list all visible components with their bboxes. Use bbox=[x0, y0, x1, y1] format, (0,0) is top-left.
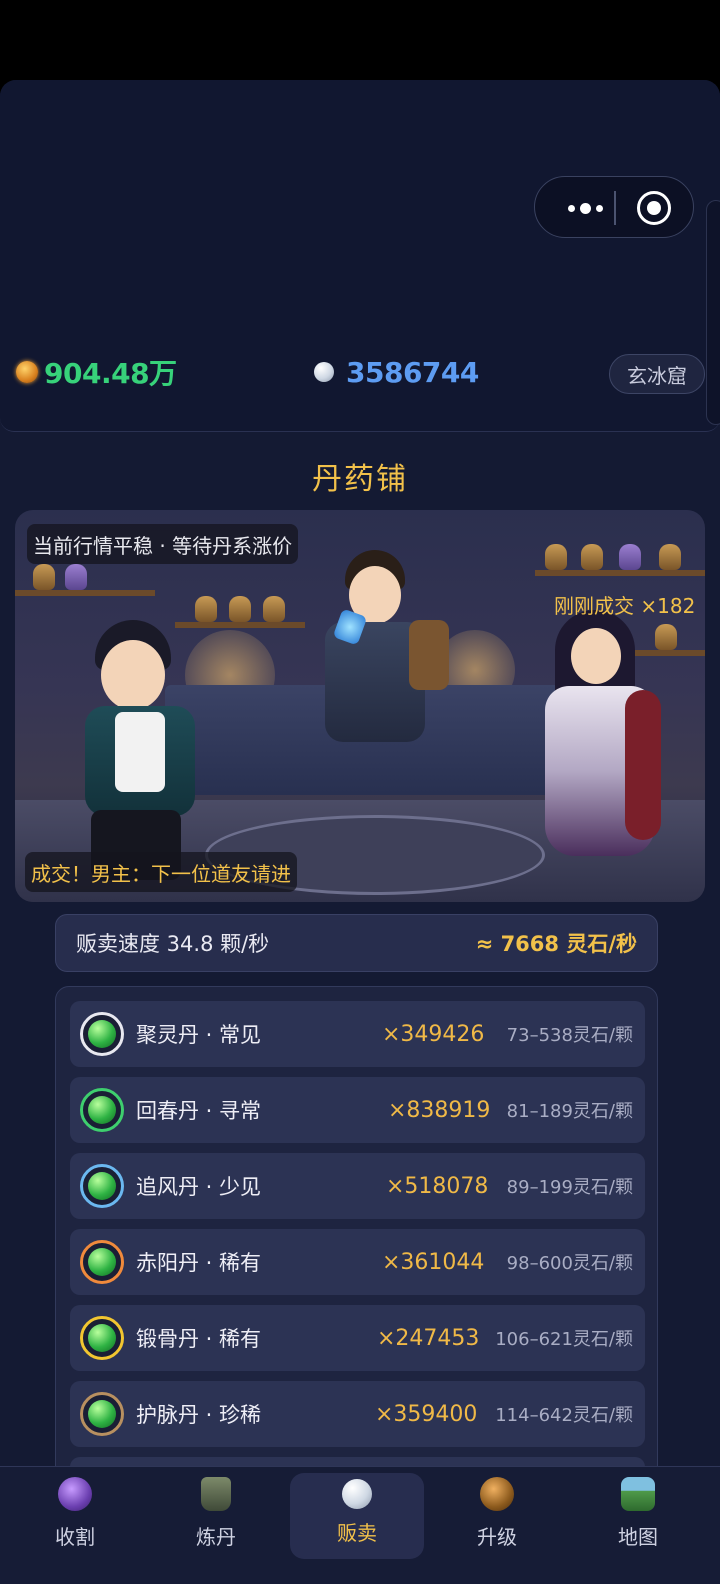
item-price: 106–621灵石/颗 bbox=[495, 1329, 633, 1350]
character-face bbox=[101, 640, 165, 710]
status-area bbox=[0, 0, 720, 80]
pill-icon bbox=[80, 1088, 124, 1132]
list-item[interactable]: 追风丹 · 少见 ×518078 89–199灵石/颗 bbox=[70, 1153, 645, 1219]
sell-speed-bar: 贩卖速度 34.8 颗/秒 ≈ 7668 灵石/秒 bbox=[55, 914, 658, 972]
list-item[interactable]: 聚灵丹 · 常见 ×349426 73–538灵石/颗 bbox=[70, 1001, 645, 1067]
potion-jar bbox=[65, 564, 87, 590]
item-count: ×247453 bbox=[377, 1325, 480, 1351]
spirit-stone-counter: 3586744 bbox=[314, 352, 479, 392]
nav-item-upgrade[interactable]: 升级 bbox=[430, 1467, 564, 1584]
item-price: 73–538灵石/颗 bbox=[506, 1025, 633, 1046]
map-icon bbox=[621, 1477, 655, 1511]
item-price: 98–600灵石/颗 bbox=[506, 1253, 633, 1274]
list-item[interactable]: 锻骨丹 · 稀有 ×247453 106–621灵石/颗 bbox=[70, 1305, 645, 1371]
page-title: 丹药铺 bbox=[312, 462, 408, 497]
item-count: ×359400 bbox=[375, 1401, 478, 1427]
shop-banner: 当前行情平稳 · 等待丹系涨价 刚刚成交 ×182 成交！男主：下一位道友请进 bbox=[15, 510, 705, 902]
cauldron-icon bbox=[201, 1477, 231, 1511]
potion-jar bbox=[33, 564, 55, 590]
gold-coin-icon bbox=[16, 361, 38, 383]
pill-icon bbox=[80, 1012, 124, 1056]
female-shopkeeper-figure bbox=[515, 610, 685, 870]
nav-label: 贩卖 bbox=[337, 1521, 377, 1545]
potion-jar bbox=[263, 596, 285, 622]
nav-label: 地图 bbox=[618, 1525, 658, 1549]
close-target-icon[interactable] bbox=[637, 191, 671, 225]
potion-jar bbox=[659, 544, 681, 570]
potion-jar bbox=[229, 596, 251, 622]
potion-jar bbox=[195, 596, 217, 622]
character-face bbox=[571, 628, 621, 684]
backpack bbox=[409, 620, 449, 690]
item-name: 追风丹 · 少见 bbox=[136, 1175, 262, 1199]
item-price: 114–642灵石/颗 bbox=[495, 1405, 633, 1426]
nav-label: 炼丹 bbox=[196, 1525, 236, 1549]
mini-program-capsule bbox=[534, 176, 694, 238]
side-drawer-handle[interactable] bbox=[706, 200, 720, 425]
male-protagonist-figure bbox=[45, 620, 245, 880]
dialogue-tag: 成交！男主：下一位道友请进 bbox=[25, 852, 297, 892]
pill-icon bbox=[80, 1316, 124, 1360]
gold-counter: 904.48万 bbox=[16, 352, 177, 392]
pill-icon bbox=[80, 1240, 124, 1284]
app-root: 904.48万 3586744 玄冰窟 丹药铺 当前行情平稳 · 等待丹系涨价 … bbox=[0, 80, 720, 1584]
potion-jar bbox=[545, 544, 567, 570]
nav-item-harvest[interactable]: 收割 bbox=[8, 1467, 142, 1584]
item-name: 锻骨丹 · 稀有 bbox=[136, 1327, 262, 1351]
gold-amount: 904.48万 bbox=[44, 357, 177, 390]
harvest-icon bbox=[58, 1477, 92, 1511]
more-menu-icon[interactable] bbox=[557, 177, 613, 239]
item-price: 81–189灵石/颗 bbox=[506, 1101, 633, 1122]
item-name: 护脉丹 · 珍稀 bbox=[136, 1403, 262, 1427]
bottom-nav: 收割 炼丹 贩卖 升级 地图 bbox=[0, 1466, 720, 1584]
nav-label: 收割 bbox=[55, 1525, 95, 1549]
item-count: ×518078 bbox=[386, 1173, 489, 1199]
character-shirt bbox=[115, 712, 165, 792]
potion-jar bbox=[619, 544, 641, 570]
resource-header: 904.48万 3586744 玄冰窟 bbox=[0, 80, 720, 432]
pill-icon bbox=[80, 1392, 124, 1436]
item-price: 89–199灵石/颗 bbox=[506, 1177, 633, 1198]
item-name: 聚灵丹 · 常见 bbox=[136, 1023, 262, 1047]
nav-item-sell[interactable]: 贩卖 bbox=[290, 1473, 424, 1559]
capsule-divider bbox=[614, 191, 616, 225]
list-item[interactable]: 回春丹 · 寻常 ×838919 81–189灵石/颗 bbox=[70, 1077, 645, 1143]
character-cape bbox=[625, 690, 661, 840]
pearl-icon bbox=[342, 1479, 372, 1509]
nav-item-refine[interactable]: 炼丹 bbox=[149, 1467, 283, 1584]
market-status-tag: 当前行情平稳 · 等待丹系涨价 bbox=[27, 524, 299, 564]
spirit-stone-amount: 3586744 bbox=[346, 355, 479, 389]
pill-icon bbox=[80, 1164, 124, 1208]
sell-speed-label: 贩卖速度 34.8 颗/秒 bbox=[76, 932, 270, 956]
nav-label: 升级 bbox=[477, 1525, 517, 1549]
nav-item-map[interactable]: 地图 bbox=[571, 1467, 705, 1584]
item-count: ×838919 bbox=[388, 1097, 491, 1123]
item-name: 赤阳丹 · 稀有 bbox=[136, 1251, 262, 1275]
item-count: ×349426 bbox=[382, 1021, 485, 1047]
item-name: 回春丹 · 寻常 bbox=[136, 1099, 262, 1123]
deal-notice: 刚刚成交 ×182 bbox=[554, 593, 696, 618]
item-count: ×361044 bbox=[382, 1249, 485, 1275]
list-item[interactable]: 护脉丹 · 珍稀 ×359400 114–642灵石/颗 bbox=[70, 1381, 645, 1447]
shelf bbox=[15, 590, 155, 596]
apprentice-figure bbox=[305, 550, 455, 750]
potion-jar bbox=[581, 544, 603, 570]
shelf bbox=[535, 570, 705, 576]
spirit-stone-icon bbox=[314, 362, 334, 382]
location-button[interactable]: 玄冰窟 bbox=[609, 354, 705, 394]
income-rate: ≈ 7668 灵石/秒 bbox=[475, 932, 637, 956]
list-item[interactable]: 赤阳丹 · 稀有 ×361044 98–600灵石/颗 bbox=[70, 1229, 645, 1295]
upgrade-icon bbox=[480, 1477, 514, 1511]
